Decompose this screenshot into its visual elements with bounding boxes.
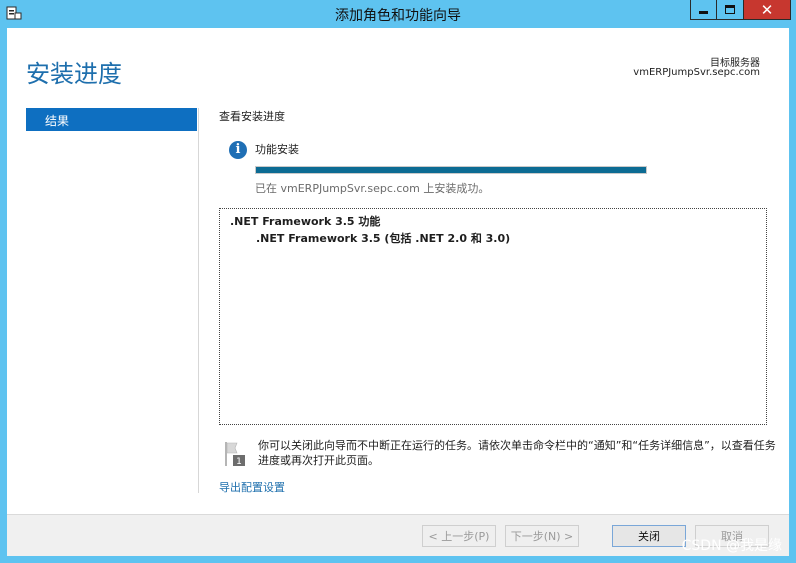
button-bar: < 上一步(P) 下一步(N) > 关闭 取消: [7, 514, 789, 556]
list-item-feature: .NET Framework 3.5 功能: [230, 215, 381, 228]
installed-features-list[interactable]: .NET Framework 3.5 功能 .NET Framework 3.5…: [219, 208, 767, 425]
close-wizard-note: 你可以关闭此向导而不中断正在运行的任务。请依次单击命令栏中的“通知”和“任务详细…: [258, 439, 776, 467]
feature-install-label: 功能安装: [255, 143, 299, 156]
title-bar[interactable]: 添加角色和功能向导 ✕: [0, 0, 796, 28]
install-progress-fill: [256, 167, 646, 173]
maximize-icon: [725, 5, 735, 14]
next-button[interactable]: 下一步(N) >: [505, 525, 579, 547]
minimize-icon: [699, 11, 708, 14]
minimize-button[interactable]: [690, 0, 717, 20]
nav-item-results[interactable]: 结果: [26, 108, 197, 131]
section-heading: 查看安装进度: [219, 110, 285, 123]
previous-button[interactable]: < 上一步(P): [422, 525, 496, 547]
info-icon: i: [229, 141, 247, 159]
close-button[interactable]: 关闭: [612, 525, 686, 547]
notification-flag-icon: 1: [225, 442, 245, 467]
close-icon: ✕: [760, 0, 774, 19]
target-server-name: vmERPJumpSvr.sepc.com: [633, 67, 760, 78]
maximize-button[interactable]: [717, 0, 744, 20]
flag-number-label: 1: [236, 457, 242, 467]
list-item-sub-feature: .NET Framework 3.5 (包括 .NET 2.0 和 3.0): [256, 232, 511, 245]
export-settings-link[interactable]: 导出配置设置: [219, 479, 285, 495]
window-title: 添加角色和功能向导: [335, 8, 461, 24]
wizard-client-area: 安装进度 目标服务器 vmERPJumpSvr.sepc.com 结果 查看安装…: [7, 28, 789, 556]
csdn-watermark: CSDN @我是缘: [681, 538, 782, 554]
nav-divider: [198, 108, 199, 493]
install-progress-bar: [255, 166, 647, 174]
close-window-button[interactable]: ✕: [744, 0, 791, 20]
page-title: 安装进度: [26, 60, 122, 88]
install-status-text: 已在 vmERPJumpSvr.sepc.com 上安装成功。: [255, 182, 490, 195]
